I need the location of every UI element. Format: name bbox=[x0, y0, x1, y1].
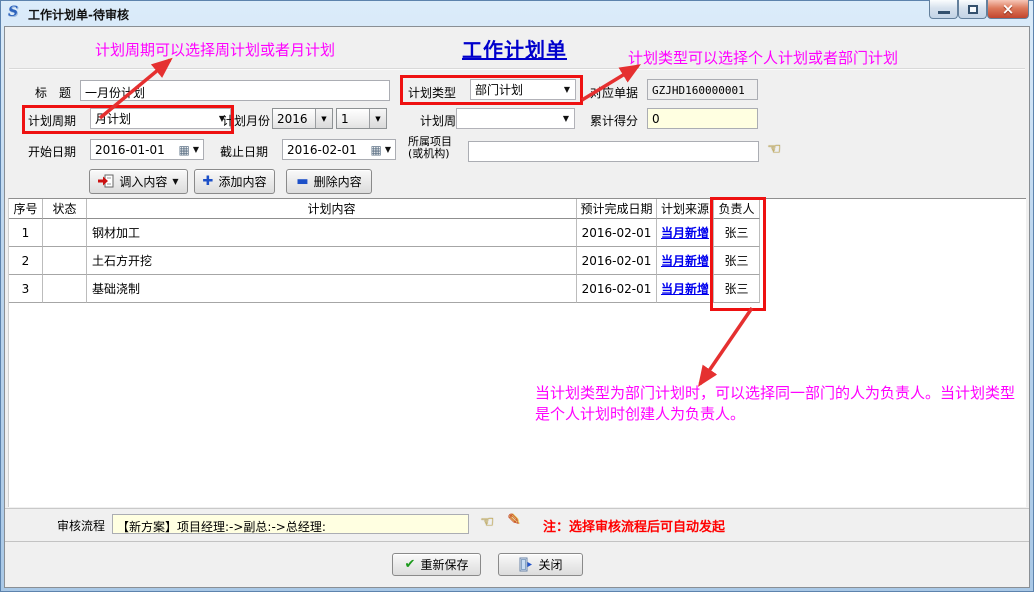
chevron-down-icon: ▼ bbox=[385, 145, 395, 154]
project-label-line2: (或机构) bbox=[408, 148, 452, 160]
save-button-label: 重新保存 bbox=[420, 556, 468, 573]
plan-month-value: 1 bbox=[341, 112, 349, 126]
minimize-button[interactable] bbox=[929, 0, 958, 19]
cell-seq: 3 bbox=[9, 275, 43, 303]
maximize-button[interactable] bbox=[958, 0, 987, 19]
start-date-label: 开始日期 bbox=[28, 143, 76, 160]
audit-flow-label: 审核流程 bbox=[57, 517, 105, 534]
header-separator bbox=[9, 68, 1025, 70]
score-field[interactable]: 0 bbox=[647, 108, 758, 129]
end-date-label: 截止日期 bbox=[220, 143, 268, 160]
check-icon: ✔ bbox=[405, 558, 416, 571]
column-header-content: 计划内容 bbox=[87, 199, 577, 219]
cell-seq: 1 bbox=[9, 219, 43, 247]
import-content-button[interactable]: 调入内容 ▼ bbox=[89, 169, 188, 194]
delete-content-button[interactable]: ▬ 删除内容 bbox=[286, 169, 372, 194]
calendar-icon: ▦ bbox=[179, 145, 193, 155]
plan-year-value: 2016 bbox=[277, 112, 308, 126]
maximize-icon bbox=[968, 5, 978, 14]
cell-due-date[interactable]: 2016-02-01 bbox=[577, 247, 657, 275]
door-exit-icon bbox=[518, 557, 533, 572]
cell-content[interactable]: 基础浇制 bbox=[87, 275, 577, 303]
start-date-picker[interactable]: 2016-01-01 ▦ ▼ bbox=[90, 139, 204, 160]
audit-flow-field[interactable]: 【新方案】项目经理:->副总:->总经理: bbox=[112, 514, 469, 534]
chevron-down-icon: ▼ bbox=[172, 177, 178, 186]
annotation-plan-type: 计划类型可以选择个人计划或者部门计划 bbox=[628, 47, 898, 68]
plan-year-select[interactable]: 2016 ▼ bbox=[272, 108, 333, 129]
audit-flow-edit-pen-icon[interactable]: ✎ bbox=[507, 510, 520, 529]
cell-seq: 2 bbox=[9, 247, 43, 275]
title-input[interactable]: 一月份计划 bbox=[80, 80, 390, 101]
table-header-row: 序号 状态 计划内容 预计完成日期 计划来源 负责人 bbox=[9, 199, 1026, 219]
plan-week-label: 计划周 bbox=[420, 112, 456, 129]
add-content-button[interactable]: ✚ 添加内容 bbox=[194, 169, 275, 194]
chevron-down-icon: ▼ bbox=[315, 109, 332, 128]
chevron-down-icon: ▼ bbox=[563, 114, 574, 123]
table-row[interactable]: 2 土石方开挖 2016-02-01 当月新增 张三 bbox=[9, 247, 1026, 275]
audit-flow-note: 注：选择审核流程后可自动发起 bbox=[543, 516, 725, 535]
plus-icon: ✚ bbox=[203, 175, 214, 188]
source-link[interactable]: 当月新增 bbox=[661, 252, 709, 269]
chevron-down-icon: ▼ bbox=[369, 109, 386, 128]
source-link[interactable]: 当月新增 bbox=[661, 280, 709, 297]
calendar-icon: ▦ bbox=[371, 145, 385, 155]
title-bar[interactable]: S 工作计划单-待审核 × bbox=[0, 0, 1034, 26]
highlight-box-plan-type bbox=[400, 75, 583, 105]
doc-no-label: 对应单据 bbox=[590, 84, 638, 101]
plan-month-select[interactable]: 1 ▼ bbox=[336, 108, 387, 129]
page-title: 工作计划单 bbox=[462, 34, 567, 63]
cell-due-date[interactable]: 2016-02-01 bbox=[577, 219, 657, 247]
annotation-plan-cycle: 计划周期可以选择周计划或者月计划 bbox=[95, 39, 335, 60]
save-button[interactable]: ✔ 重新保存 bbox=[392, 553, 481, 576]
close-button[interactable]: × bbox=[987, 0, 1029, 19]
annotation-owner-note: 当计划类型为部门计划时，可以选择同一部门的人为负责人。当计划类型是个人计划时创建… bbox=[535, 383, 1029, 425]
close-form-button[interactable]: 关闭 bbox=[498, 553, 583, 576]
score-label: 累计得分 bbox=[590, 112, 638, 129]
end-date-value: 2016-02-01 bbox=[287, 143, 357, 157]
app-icon: S bbox=[8, 4, 24, 20]
project-label: 所属项目 (或机构) bbox=[408, 136, 452, 160]
column-header-seq: 序号 bbox=[9, 199, 43, 219]
start-date-value: 2016-01-01 bbox=[95, 143, 165, 157]
column-header-due-date: 预计完成日期 bbox=[577, 199, 657, 219]
plan-items-table: 序号 状态 计划内容 预计完成日期 计划来源 负责人 1 钢材加工 2016-0… bbox=[8, 198, 1026, 507]
project-picker-hand-icon[interactable]: ☜ bbox=[767, 139, 781, 158]
import-icon bbox=[98, 174, 114, 189]
add-content-label: 添加内容 bbox=[218, 173, 266, 190]
highlight-box-plan-cycle bbox=[22, 105, 234, 134]
title-label: 标 题 bbox=[35, 84, 71, 101]
project-input[interactable] bbox=[468, 141, 759, 162]
cell-due-date[interactable]: 2016-02-01 bbox=[577, 275, 657, 303]
column-header-source: 计划来源 bbox=[657, 199, 714, 219]
column-header-status: 状态 bbox=[43, 199, 87, 219]
table-row[interactable]: 1 钢材加工 2016-02-01 当月新增 张三 bbox=[9, 219, 1026, 247]
close-button-label: 关闭 bbox=[538, 556, 562, 573]
close-icon: × bbox=[1002, 2, 1015, 17]
cell-content[interactable]: 钢材加工 bbox=[87, 219, 577, 247]
audit-flow-picker-hand-icon[interactable]: ☜ bbox=[480, 512, 494, 531]
source-link[interactable]: 当月新增 bbox=[661, 224, 709, 241]
chevron-down-icon: ▼ bbox=[193, 145, 203, 154]
import-content-label: 调入内容 bbox=[119, 173, 167, 190]
highlight-box-owner-column bbox=[710, 197, 766, 311]
minus-icon: ▬ bbox=[296, 175, 308, 188]
window: S 工作计划单-待审核 × 计划周期可以选择周计划或者月计划 工作计划单 计划类… bbox=[0, 0, 1034, 592]
window-title: 工作计划单-待审核 bbox=[28, 6, 129, 23]
delete-content-label: 删除内容 bbox=[314, 173, 362, 190]
plan-week-select[interactable]: ▼ bbox=[456, 108, 575, 129]
minimize-icon bbox=[938, 11, 950, 14]
cell-status bbox=[43, 219, 87, 247]
table-row[interactable]: 3 基础浇制 2016-02-01 当月新增 张三 bbox=[9, 275, 1026, 303]
cell-content[interactable]: 土石方开挖 bbox=[87, 247, 577, 275]
cell-status bbox=[43, 275, 87, 303]
doc-no-field: GZJHD160000001 bbox=[647, 79, 758, 100]
end-date-picker[interactable]: 2016-02-01 ▦ ▼ bbox=[282, 139, 396, 160]
cell-status bbox=[43, 247, 87, 275]
